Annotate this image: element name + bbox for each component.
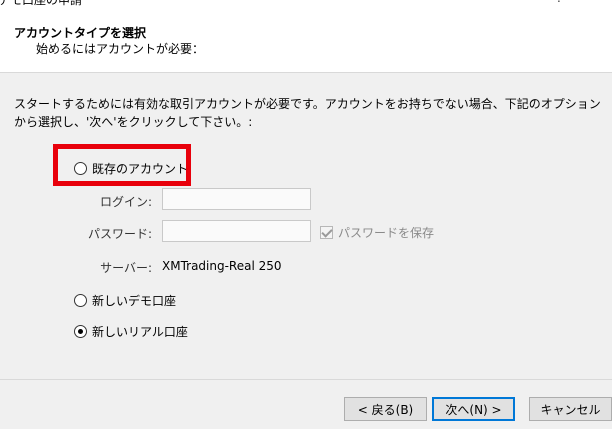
password-input[interactable] [162, 220, 311, 242]
page-title: アカウントタイプを選択 [14, 26, 147, 40]
radio-label: 新しいリアル口座 [92, 325, 188, 339]
checkbox-box[interactable] [320, 226, 333, 239]
radio-button[interactable] [74, 294, 87, 307]
radio-button[interactable] [74, 325, 87, 338]
window-title: デモ口座の申請 [0, 0, 83, 7]
cancel-button[interactable]: キャンセル [529, 397, 612, 421]
server-label: サーバー: [100, 261, 152, 275]
back-button[interactable]: < 戻る(B) [344, 397, 427, 421]
page-subtitle: 始めるにはアカウントが必要： [36, 42, 205, 56]
instruction-text: スタートするためには有効な取引アカウントが必要です。アカウントをお持ちでない場合… [14, 97, 601, 129]
radio-existing-account[interactable]: 既存のアカウント [74, 160, 188, 177]
radio-new-real[interactable]: 新しいリアル口座 [74, 323, 188, 340]
help-icon[interactable]: ? [556, 0, 562, 5]
save-password-label: パスワードを保存 [338, 226, 435, 240]
radio-label: 既存のアカウント [92, 162, 189, 176]
password-label: パスワード: [87, 227, 152, 241]
radio-label: 新しいデモ口座 [92, 294, 177, 308]
wizard-footer [0, 379, 612, 429]
login-input[interactable] [162, 188, 311, 210]
radio-button[interactable] [74, 162, 87, 175]
login-label: ログイン: [99, 195, 152, 209]
radio-new-demo[interactable]: 新しいデモ口座 [74, 292, 176, 309]
server-value: XMTrading-Real 250 [162, 259, 282, 273]
next-button[interactable]: 次へ(N) > [432, 397, 515, 421]
save-password-checkbox[interactable]: パスワードを保存 [320, 224, 434, 241]
